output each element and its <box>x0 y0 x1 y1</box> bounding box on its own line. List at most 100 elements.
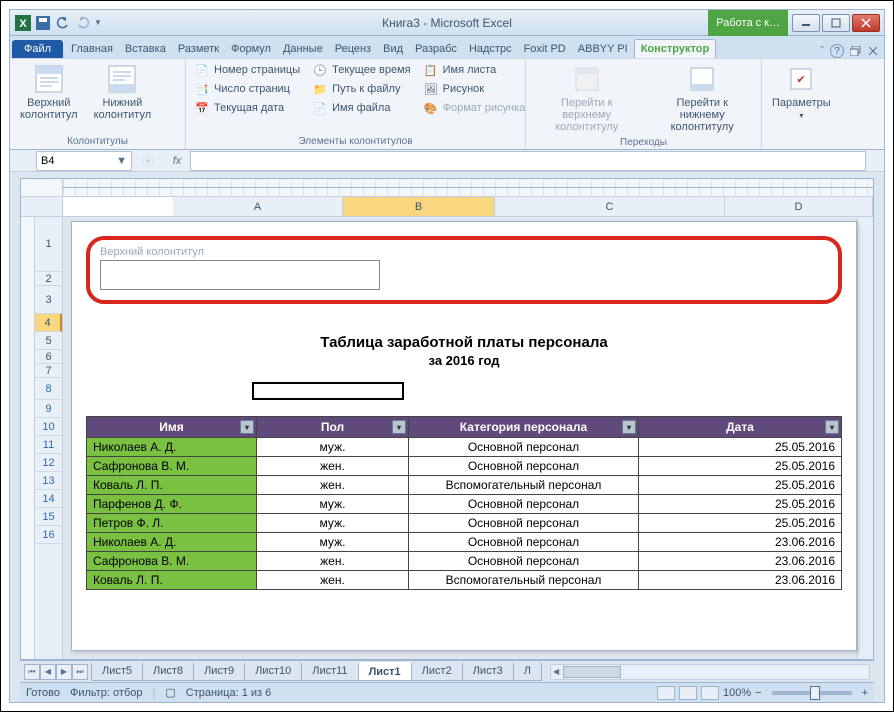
tab-nav-first[interactable]: ⏮ <box>24 664 40 680</box>
vertical-scrollbar[interactable] <box>857 217 873 659</box>
tab-insert[interactable]: Вставка <box>119 40 172 58</box>
table-cell[interactable]: жен. <box>257 552 409 571</box>
table-cell[interactable]: муж. <box>257 533 409 552</box>
minimize-button[interactable] <box>792 14 820 32</box>
fx-label[interactable]: fx <box>164 155 190 167</box>
table-cell[interactable]: Основной персонал <box>409 552 639 571</box>
view-pagebreak-button[interactable] <box>701 686 719 700</box>
zoom-level[interactable]: 100% <box>723 687 751 699</box>
table-cell[interactable]: Сафронова В. М. <box>87 457 257 476</box>
tab-home[interactable]: Главная <box>65 40 119 58</box>
row-header-11[interactable]: 11 <box>35 436 62 454</box>
name-box[interactable]: B4▼ <box>36 151 132 171</box>
row-header-12[interactable]: 12 <box>35 454 62 472</box>
row-header-4[interactable]: 4 <box>35 314 62 332</box>
row-header-8[interactable]: 8 <box>35 378 62 400</box>
sheet-name-button[interactable]: 📋Имя листа <box>419 61 530 79</box>
table-row[interactable]: Сафронова В. М.жен.Основной персонал23.0… <box>87 552 842 571</box>
column-header[interactable]: Пол▾ <box>257 417 409 438</box>
column-header[interactable]: Категория персонала▾ <box>409 417 639 438</box>
table-cell[interactable]: Основной персонал <box>409 457 639 476</box>
undo-icon[interactable] <box>54 14 72 32</box>
tab-nav-last[interactable]: ⏭ <box>72 664 88 680</box>
tab-nav-prev[interactable]: ◀ <box>40 664 56 680</box>
table-cell[interactable]: Основной персонал <box>409 495 639 514</box>
tab-layout[interactable]: Разметк <box>172 40 225 58</box>
sheet-tab[interactable]: Лист2 <box>411 663 463 681</box>
row-header-5[interactable]: 5 <box>35 332 62 350</box>
formula-bar[interactable] <box>190 151 866 171</box>
row-header-10[interactable]: 10 <box>35 418 62 436</box>
close-button[interactable] <box>852 14 880 32</box>
row-header-15[interactable]: 15 <box>35 508 62 526</box>
table-row[interactable]: Коваль Л. П.жен.Вспомогательный персонал… <box>87 476 842 495</box>
sheet-tab[interactable]: Лист5 <box>91 663 143 681</box>
filter-arrow-icon[interactable]: ▾ <box>825 420 839 434</box>
picture-button[interactable]: 🖼Рисунок <box>419 80 530 98</box>
zoom-out-button[interactable]: − <box>755 687 761 699</box>
tab-nav-next[interactable]: ▶ <box>56 664 72 680</box>
table-cell[interactable]: Коваль Л. П. <box>87 571 257 590</box>
select-all-corner[interactable] <box>21 197 63 216</box>
table-row[interactable]: Сафронова В. М.жен.Основной персонал25.0… <box>87 457 842 476</box>
table-cell[interactable]: муж. <box>257 495 409 514</box>
row-header-6[interactable]: 6 <box>35 350 62 364</box>
tab-data[interactable]: Данные <box>277 40 329 58</box>
table-cell[interactable]: Основной персонал <box>409 533 639 552</box>
col-header-b[interactable]: B <box>343 197 495 216</box>
zoom-in-button[interactable]: + <box>862 687 868 699</box>
help-icon[interactable]: ? <box>830 44 844 58</box>
table-cell[interactable]: жен. <box>257 571 409 590</box>
file-name-button[interactable]: 📄Имя файла <box>308 99 414 117</box>
file-path-button[interactable]: 📁Путь к файлу <box>308 80 414 98</box>
table-cell[interactable]: 25.05.2016 <box>639 495 842 514</box>
sheet-tab[interactable]: Лист3 <box>462 663 514 681</box>
table-cell[interactable]: 25.05.2016 <box>639 438 842 457</box>
table-cell[interactable]: 25.05.2016 <box>639 476 842 495</box>
table-row[interactable]: Петров Ф. Л.муж.Основной персонал25.05.2… <box>87 514 842 533</box>
table-row[interactable]: Коваль Л. П.жен.Вспомогательный персонал… <box>87 571 842 590</box>
macro-record-icon[interactable]: ▢ <box>165 686 175 699</box>
column-header[interactable]: Имя▾ <box>87 417 257 438</box>
vertical-ruler[interactable] <box>21 217 35 659</box>
qat-dropdown-icon[interactable]: ▼ <box>94 18 102 27</box>
row-header-3[interactable]: 3 <box>35 286 62 314</box>
goto-footer-button[interactable]: Перейти к нижнему колонтитулу <box>647 61 757 135</box>
tab-design[interactable]: Конструктор <box>634 39 716 58</box>
page-number-button[interactable]: 📄Номер страницы <box>190 61 304 79</box>
sheet-tab[interactable]: Л <box>513 663 542 681</box>
header-left-section[interactable] <box>100 260 380 290</box>
row-header-1[interactable]: 1 <box>35 217 62 272</box>
redo-icon[interactable] <box>74 14 92 32</box>
namebox-dropdown-icon[interactable]: ▼ <box>116 155 127 167</box>
tab-view[interactable]: Вид <box>377 40 409 58</box>
header-button[interactable]: Верхний колонтитул <box>14 61 84 134</box>
sheet-tab[interactable]: Лист1 <box>358 662 412 681</box>
maximize-button[interactable] <box>822 14 850 32</box>
col-header-d[interactable]: D <box>725 197 873 216</box>
col-header-a[interactable]: A <box>173 197 343 216</box>
table-cell[interactable]: Николаев А. Д. <box>87 533 257 552</box>
filter-arrow-icon[interactable]: ▾ <box>240 420 254 434</box>
view-layout-button[interactable] <box>679 686 697 700</box>
zoom-slider[interactable] <box>772 691 852 695</box>
close-doc-icon[interactable] <box>868 46 878 56</box>
table-cell[interactable]: 25.05.2016 <box>639 514 842 533</box>
horizontal-ruler[interactable] <box>63 179 873 196</box>
table-row[interactable]: Парфенов Д. Ф.муж.Основной персонал25.05… <box>87 495 842 514</box>
sheet-tab[interactable]: Лист11 <box>301 663 358 681</box>
tab-addins[interactable]: Надстрс <box>463 40 518 58</box>
table-cell[interactable]: 23.06.2016 <box>639 533 842 552</box>
minimize-ribbon-icon[interactable]: ˇ <box>820 45 824 57</box>
page-count-button[interactable]: 📑Число страниц <box>190 80 304 98</box>
table-cell[interactable]: муж. <box>257 514 409 533</box>
table-cell[interactable]: Коваль Л. П. <box>87 476 257 495</box>
row-header-7[interactable]: 7 <box>35 364 62 378</box>
view-normal-button[interactable] <box>657 686 675 700</box>
sheet-tab[interactable]: Лист10 <box>244 663 302 681</box>
table-cell[interactable]: муж. <box>257 438 409 457</box>
table-cell[interactable]: жен. <box>257 457 409 476</box>
tab-abbyy[interactable]: ABBYY PI <box>572 40 634 58</box>
sheet-tab[interactable]: Лист9 <box>193 663 245 681</box>
table-cell[interactable]: Петров Ф. Л. <box>87 514 257 533</box>
